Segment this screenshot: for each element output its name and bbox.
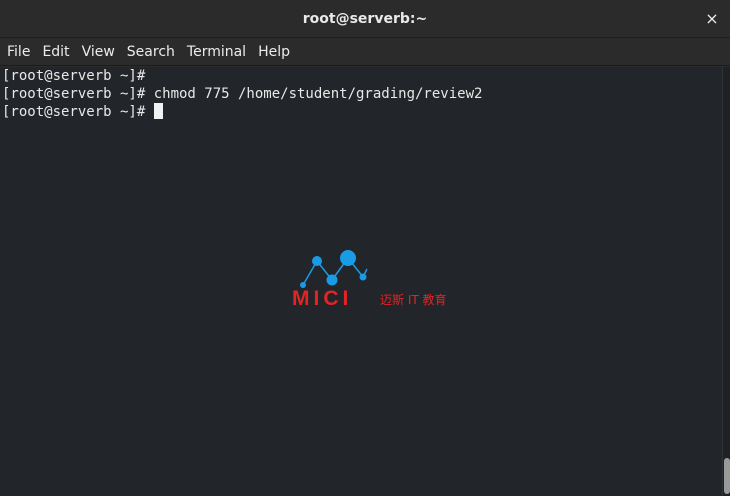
- menu-bar: File Edit View Search Terminal Help: [0, 38, 730, 66]
- menu-terminal[interactable]: Terminal: [187, 38, 253, 66]
- terminal-prompt-line: [root@serverb ~]#: [2, 103, 722, 121]
- logo-network-icon: [300, 250, 368, 288]
- terminal-line: [root@serverb ~]#: [2, 68, 146, 84]
- terminal-prompt: [root@serverb ~]#: [2, 104, 154, 120]
- scrollbar[interactable]: [722, 67, 730, 496]
- scrollbar-thumb[interactable]: [724, 458, 730, 494]
- menu-view[interactable]: View: [82, 38, 122, 66]
- logo-brand-text: MICI: [292, 287, 352, 310]
- mici-logo: MICI 迈斯 IT 教育: [292, 250, 447, 310]
- menu-help[interactable]: Help: [258, 38, 297, 66]
- terminal-line: [root@serverb ~]# chmod 775 /home/studen…: [2, 86, 483, 102]
- logo-subtitle-text: 迈斯 IT 教育: [380, 292, 447, 307]
- menu-edit[interactable]: Edit: [42, 38, 76, 66]
- title-bar: root@serverb:~ ×: [0, 0, 730, 38]
- window-title: root@serverb:~: [302, 11, 428, 27]
- menu-file[interactable]: File: [7, 38, 37, 66]
- text-cursor: [153, 103, 163, 119]
- menu-search[interactable]: Search: [127, 38, 182, 66]
- close-button[interactable]: ×: [702, 9, 722, 29]
